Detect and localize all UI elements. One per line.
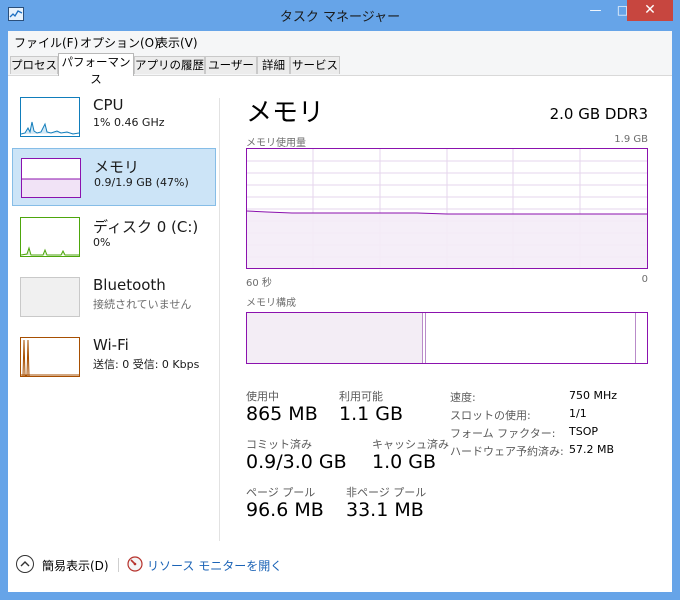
minimize-button[interactable]: — (582, 0, 609, 21)
sidebar-subtitle: 1% 0.46 GHz (93, 116, 165, 129)
composition-in-use (247, 313, 422, 363)
menu-bar: ファイル(F) オプション(O) 表示(V) (8, 31, 672, 53)
sidebar-item-wifi[interactable]: Wi-Fi 送信: 0 受信: 0 Kbps (12, 328, 216, 386)
tab-services[interactable]: サービス (290, 56, 340, 74)
memory-composition-bar (246, 312, 648, 364)
memory-spec: 2.0 GB DDR3 (549, 105, 648, 123)
stat-label-in-use: 使用中 (246, 390, 279, 403)
open-resource-monitor-link[interactable]: リソース モニターを開く (147, 557, 282, 574)
window-title: タスク マネージャー (279, 10, 401, 25)
cpu-graph-thumbnail (20, 97, 80, 137)
tab-users[interactable]: ユーザー (205, 56, 257, 74)
tab-app-history[interactable]: アプリの履歴 (134, 56, 205, 74)
chevron-up-icon[interactable] (16, 555, 34, 573)
stat-label-nonpaged-pool: 非ページ プール (346, 486, 427, 499)
footer-divider (118, 558, 119, 572)
sidebar-divider (219, 98, 220, 541)
sidebar-title: Bluetooth (93, 276, 166, 294)
detail-label-form-factor: フォーム ファクター: (450, 427, 556, 440)
stat-label-cached: キャッシュ済み (372, 438, 449, 451)
memory-graph-thumbnail (21, 158, 81, 198)
stat-value-cached: 1.0 GB (372, 451, 437, 473)
task-manager-window: タスク マネージャー — □ ✕ ファイル(F) オプション(O) 表示(V) … (0, 0, 680, 600)
detail-value-slots: 1/1 (569, 407, 587, 420)
detail-value-speed: 750 MHz (569, 389, 618, 402)
client-area: ファイル(F) オプション(O) 表示(V) プロセス パフォーマンス アプリの… (8, 31, 672, 592)
page-title: メモリ (246, 98, 325, 128)
sidebar-subtitle: 0.9/1.9 GB (47%) (94, 176, 189, 189)
bluetooth-graph-thumbnail (20, 277, 80, 317)
fewer-details-button[interactable]: 簡易表示(D) (42, 557, 109, 574)
graph-x-start: 60 秒 (246, 278, 272, 289)
menu-file[interactable]: ファイル(F) (14, 34, 78, 51)
composition-divider (425, 313, 426, 363)
sidebar-title: ディスク 0 (C:) (93, 218, 199, 236)
sidebar-subtitle: 送信: 0 受信: 0 Kbps (93, 358, 200, 371)
detail-value-hardware-reserved: 57.2 MB (569, 443, 615, 456)
sidebar-title: Wi-Fi (93, 336, 129, 354)
sidebar-subtitle: 0% (93, 236, 111, 249)
tab-performance[interactable]: パフォーマンス (58, 53, 134, 86)
memory-usage-graph (246, 148, 648, 269)
menu-view[interactable]: 表示(V) (156, 34, 198, 51)
stat-label-paged-pool: ページ プール (246, 486, 316, 499)
sidebar-title: メモリ (94, 158, 140, 176)
resource-monitor-icon[interactable] (127, 556, 143, 572)
detail-label-hardware-reserved: ハードウェア予約済み: (450, 445, 564, 458)
footer-bar: 簡易表示(D) リソース モニターを開く (8, 542, 672, 592)
composition-divider (635, 313, 636, 363)
stat-value-available: 1.1 GB (339, 403, 404, 425)
tab-details[interactable]: 詳細 (257, 56, 290, 74)
stat-value-nonpaged-pool: 33.1 MB (346, 499, 424, 521)
stat-label-committed: コミット済み (246, 438, 312, 451)
close-button[interactable]: ✕ (627, 0, 673, 21)
graph-x-end: 0 (641, 274, 648, 285)
stat-value-in-use: 865 MB (246, 403, 318, 425)
sidebar-item-memory[interactable]: メモリ 0.9/1.9 GB (47%) (12, 148, 216, 206)
composition-divider (422, 313, 423, 363)
stat-value-paged-pool: 96.6 MB (246, 499, 324, 521)
composition-label: メモリ構成 (246, 298, 296, 309)
tab-strip: プロセス パフォーマンス アプリの履歴 ユーザー 詳細 サービス (8, 53, 672, 86)
detail-label-speed: 速度: (450, 391, 476, 404)
sidebar-item-bluetooth[interactable]: Bluetooth 接続されていません (12, 268, 216, 326)
sidebar-subtitle: 接続されていません (93, 298, 192, 311)
menu-options[interactable]: オプション(O) (80, 34, 159, 51)
tab-processes[interactable]: プロセス (10, 56, 58, 74)
detail-value-form-factor: TSOP (569, 425, 598, 438)
disk-graph-thumbnail (20, 217, 80, 257)
wifi-graph-thumbnail (20, 337, 80, 377)
sidebar-title: CPU (93, 96, 124, 114)
usage-graph-max: 1.9 GB (614, 134, 648, 145)
usage-graph-label: メモリ使用量 (246, 138, 306, 149)
detail-label-slots: スロットの使用: (450, 409, 531, 422)
stat-label-available: 利用可能 (339, 390, 383, 403)
sidebar-item-disk[interactable]: ディスク 0 (C:) 0% (12, 208, 216, 266)
title-bar[interactable]: タスク マネージャー — □ ✕ (0, 0, 680, 30)
stat-value-committed: 0.9/3.0 GB (246, 451, 347, 473)
sidebar-item-cpu[interactable]: CPU 1% 0.46 GHz (12, 88, 216, 146)
